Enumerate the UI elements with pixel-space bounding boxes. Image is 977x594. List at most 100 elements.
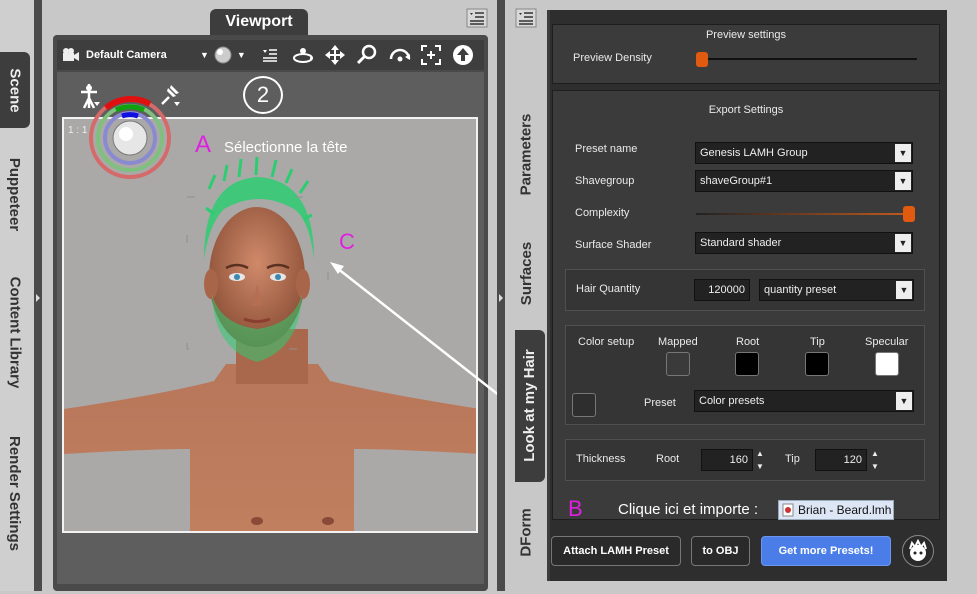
camera-select[interactable]: Default Camera — [86, 49, 198, 61]
tab-surfaces-label: Surfaces — [517, 242, 535, 306]
annotation-b-letter: B — [568, 496, 583, 521]
tab-content-library-label: Content Library — [6, 276, 24, 388]
preset-name-label: Preset name — [575, 143, 638, 155]
tab-viewport[interactable]: Viewport — [210, 9, 308, 35]
hair-quantity-input[interactable]: 120000 — [694, 279, 750, 301]
thickness-tip-stepper[interactable]: ▲ ▼ — [868, 449, 882, 471]
annotation-b-text: Clique ici et importe : — [618, 501, 759, 518]
tab-render-settings-label: Render Settings — [6, 435, 24, 551]
root-color-label: Root — [736, 336, 760, 348]
chevron-up-icon[interactable]: ▲ — [756, 449, 764, 458]
tab-parameters-label: Parameters — [517, 114, 535, 196]
camera-dropdown-icon[interactable]: ▼ — [200, 50, 209, 60]
pan-icon[interactable] — [324, 44, 346, 66]
zoom-icon[interactable] — [356, 44, 378, 66]
preview-density-label: Preview Density — [573, 52, 652, 64]
complexity-slider[interactable] — [696, 213, 910, 215]
thickness-root-label: Root — [656, 453, 680, 465]
left-dock-tabs: Scene Puppeteer Content Library Render S… — [0, 0, 34, 591]
attach-lamh-preset-button[interactable]: Attach LAMH Preset — [551, 536, 681, 566]
color-preset-select[interactable]: Color presets ▼ — [694, 390, 914, 412]
shading-dropdown-icon[interactable]: ▼ — [237, 50, 246, 60]
lamh-logo-icon[interactable] — [902, 535, 934, 567]
viewport-menu-icon[interactable] — [466, 8, 488, 28]
rotate-icon[interactable] — [388, 45, 412, 65]
hair-quantity-label: Hair Quantity — [576, 283, 641, 295]
chevron-down-icon[interactable]: ▼ — [756, 462, 764, 471]
hair-quantity-section: Hair Quantity 120000 quantity preset ▼ — [565, 269, 925, 311]
viewport-toolbar: Default Camera ▼ ▼ — [57, 40, 484, 70]
file-chip-label: Brian - Beard.lmh — [798, 503, 892, 517]
annotation-a-text: Sélectionne la tête — [224, 139, 348, 156]
chevron-up-icon[interactable]: ▲ — [871, 449, 879, 458]
export-settings-title: Export Settings — [708, 104, 784, 116]
zoom-ratio-label: 1 : 1 — [68, 125, 88, 136]
complexity-label: Complexity — [575, 207, 630, 219]
quantity-preset-value: quantity preset — [764, 284, 837, 296]
thickness-tip-input[interactable]: 120 — [815, 449, 867, 471]
preview-settings-title: Preview settings — [705, 29, 787, 41]
left-splitter[interactable] — [34, 0, 42, 591]
tab-parameters[interactable]: Parameters — [511, 100, 541, 210]
color-preset-label: Preset — [644, 397, 676, 409]
specular-swatch[interactable] — [875, 352, 899, 376]
quantity-preset-select[interactable]: quantity preset ▼ — [759, 279, 914, 301]
tab-surfaces[interactable]: Surfaces — [511, 232, 541, 316]
get-more-presets-button[interactable]: Get more Presets! — [761, 536, 891, 566]
shavegroup-select[interactable]: shaveGroup#1 ▼ — [695, 170, 913, 192]
thickness-tip-label: Tip — [785, 453, 800, 465]
tab-look-at-my-hair-label: Look at my Hair — [521, 349, 539, 463]
chevron-down-icon: ▼ — [895, 234, 911, 252]
preset-name-select[interactable]: Genesis LAMH Group ▼ — [695, 142, 913, 164]
panel-menu-icon[interactable] — [515, 8, 537, 28]
right-dock-tabs: Parameters Surfaces Look at my Hair DFor… — [505, 0, 547, 591]
annotation-c-letter: C — [339, 229, 355, 254]
preset-name-value: Genesis LAMH Group — [700, 147, 808, 159]
tab-content-library[interactable]: Content Library — [0, 266, 30, 398]
specular-label: Specular — [865, 336, 909, 348]
right-edge — [948, 0, 977, 591]
mapped-swatch[interactable] — [666, 352, 690, 376]
complexity-handle[interactable] — [903, 206, 915, 222]
extra-color-swatch[interactable] — [572, 393, 596, 417]
home-icon[interactable] — [452, 44, 474, 66]
chevron-down-icon: ▼ — [896, 281, 912, 299]
tip-color-label: Tip — [810, 336, 825, 348]
preview-density-handle[interactable] — [696, 52, 708, 67]
surface-shader-value: Standard shader — [700, 237, 782, 249]
shading-sphere-icon[interactable] — [213, 45, 233, 65]
tab-puppeteer[interactable]: Puppeteer — [0, 148, 30, 240]
thickness-section: Thickness Root 160 ▲ ▼ Tip 120 ▲ ▼ — [565, 439, 925, 481]
right-splitter[interactable] — [497, 0, 505, 591]
tab-scene[interactable]: Scene — [0, 52, 30, 128]
lamh-panel: Preview settings Preview Density Export … — [547, 10, 947, 581]
color-preset-value: Color presets — [699, 395, 765, 407]
file-icon — [781, 503, 795, 517]
to-obj-button[interactable]: to OBJ — [691, 536, 750, 566]
shavegroup-label: Shavegroup — [575, 175, 635, 187]
surface-shader-select[interactable]: Standard shader ▼ — [695, 232, 913, 254]
thickness-root-stepper[interactable]: ▲ ▼ — [753, 449, 767, 471]
camera-icon[interactable] — [62, 47, 80, 63]
thickness-root-input[interactable]: 160 — [701, 449, 753, 471]
root-color-swatch[interactable] — [735, 352, 759, 376]
chevron-down-icon[interactable]: ▼ — [871, 462, 879, 471]
mapped-label: Mapped — [658, 336, 698, 348]
annotation-a-letter: A — [195, 131, 212, 158]
step-marker: 2 — [243, 76, 283, 114]
tab-dform[interactable]: DForm — [511, 500, 541, 566]
preview-settings-section: Preview settings Preview Density — [552, 24, 940, 84]
preview-density-slider[interactable] — [697, 58, 917, 60]
frame-icon[interactable] — [420, 44, 442, 66]
tab-look-at-my-hair[interactable]: Look at my Hair — [515, 330, 545, 482]
menu-icon[interactable] — [262, 47, 278, 63]
orbit-icon[interactable] — [292, 45, 314, 65]
surface-shader-label: Surface Shader — [575, 239, 652, 251]
tip-color-swatch[interactable] — [805, 352, 829, 376]
color-setup-label: Color setup — [578, 336, 635, 348]
tab-render-settings[interactable]: Render Settings — [0, 428, 30, 558]
rotation-gizmo[interactable] — [88, 96, 172, 183]
file-chip: Brian - Beard.lmh — [778, 500, 894, 520]
chevron-down-icon: ▼ — [895, 172, 911, 190]
shavegroup-value: shaveGroup#1 — [700, 175, 773, 187]
